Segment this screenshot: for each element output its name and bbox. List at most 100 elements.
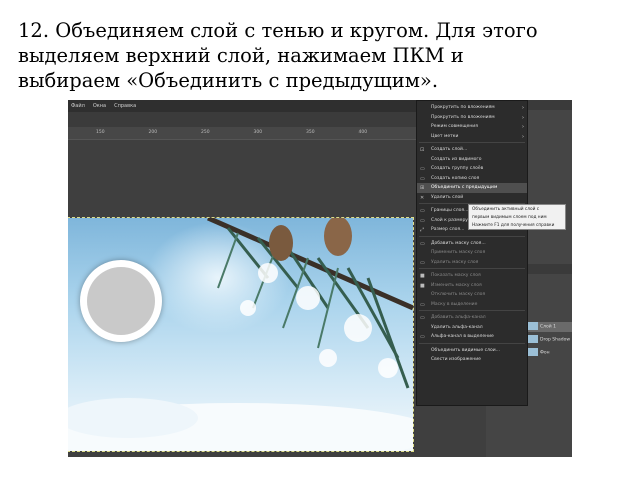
context-menu-item[interactable]: ▭ Удалить маску слоя <box>417 258 527 268</box>
menu-item-label: Добавить альфа-канал <box>431 315 486 320</box>
context-menu-item[interactable]: Применить маску слоя <box>417 248 527 258</box>
menu-item-icon: ▭ <box>420 240 425 247</box>
context-menu-item[interactable]: ■ Показать маску слоя <box>417 271 527 281</box>
menu-item-icon <box>420 325 426 331</box>
context-menu-item[interactable]: Объединить видимые слои... <box>417 346 527 356</box>
menu-separator <box>419 342 525 344</box>
chevron-right-icon: › <box>522 133 524 140</box>
context-menu-item[interactable]: ▭ Создать копию слоя <box>417 174 527 184</box>
menu-item-label: Прокрутить по вложениям <box>431 105 495 110</box>
ruler-tick-label: 150 <box>96 130 105 135</box>
context-menu-item[interactable]: ⊡ Создать слой... <box>417 145 527 155</box>
winter-background-image <box>68 217 414 452</box>
menu-item-icon <box>420 134 426 140</box>
ruler-tick-label: 300 <box>253 130 263 135</box>
menu-item-icon: ▭ <box>420 334 425 340</box>
menu-item-label: Удалить слой <box>431 194 464 200</box>
tooltip-line: первым видимым слоем под ним <box>472 215 547 220</box>
context-menu-item[interactable]: Отключить маску слоя <box>417 290 527 300</box>
menu-2[interactable]: Справка <box>114 100 136 112</box>
menu-item-icon: ▭ <box>420 208 425 214</box>
layer-row[interactable]: Drop Shadow <box>526 335 572 345</box>
chevron-right-icon: › <box>522 114 524 121</box>
context-menu-item[interactable]: ▭ Маску в выделение <box>417 300 527 310</box>
ruler-tick-label: 250 <box>201 130 210 135</box>
menu-item-icon: ▭ <box>420 301 425 308</box>
menu-item-label: Свести изображение <box>431 357 481 362</box>
menu-item-icon: ▭ <box>420 175 425 182</box>
menu-item-label: Прокрутить по вложениям <box>431 114 495 120</box>
context-menu-item[interactable]: Режим совмещения › <box>417 122 527 132</box>
menu-item-label: Режим совмещения <box>431 124 478 129</box>
menu-item-icon: ⊡ <box>420 147 425 153</box>
menu-item-icon: ▭ <box>420 259 425 266</box>
menu-item-icon: ▭ <box>420 315 425 321</box>
menu-1[interactable]: Окна <box>93 100 106 112</box>
menu-item-label: Отключить маску слоя <box>431 292 486 297</box>
context-menu-item[interactable]: ■ Изменить маску слоя <box>417 281 527 291</box>
menu-item-label: Создать группу слоёв <box>431 166 484 171</box>
menu-item-icon <box>420 250 426 256</box>
context-menu-item[interactable]: Удалить альфа-канал <box>417 323 527 333</box>
horizontal-ruler: 150 200 250 300 350 400 <box>68 127 418 140</box>
menu-item-label: Границы слоя... <box>431 208 469 213</box>
context-menu-item[interactable]: ▭ Добавить альфа-канал <box>417 313 527 323</box>
menu-item-icon: ■ <box>420 282 425 289</box>
menu-item-label: Объединить видимые слои... <box>431 347 500 353</box>
menubar: Файл Окна Справка <box>68 100 421 112</box>
instruction-caption: 12. Объединяем слой с тенью и кругом. Дл… <box>18 19 538 92</box>
merge-down-tooltip: Объединить активный слой с первым видимы… <box>468 204 566 230</box>
context-menu-item[interactable]: ▭ Создать группу слоёв <box>417 164 527 174</box>
gray-circle <box>87 267 155 335</box>
ruler-tick-label: 400 <box>358 130 368 135</box>
menu-item-label: Применить маску слоя <box>431 250 486 255</box>
layer-context-menu: Прокрутить по вложениям › Прокрутить по вл… <box>416 100 528 406</box>
context-menu-item[interactable]: Свести изображение <box>417 355 527 365</box>
layer-name: Drop Shadow <box>540 337 571 343</box>
merge-down-menu-item[interactable]: ⊞ Объединить с предыдущим <box>417 183 527 193</box>
menu-item-icon: ⤢ <box>420 227 425 233</box>
context-menu-item[interactable]: Цвет метки › <box>417 132 527 142</box>
menu-separator <box>419 235 525 237</box>
menu-item-label: Показать маску слоя <box>431 273 481 278</box>
context-menu-item[interactable]: ▭ Добавить маску слоя... <box>417 239 527 249</box>
menu-item-label: Создать слой... <box>431 147 468 152</box>
menu-item-icon <box>420 348 426 354</box>
layer-name: Слой 1 <box>540 324 556 330</box>
menu-item-icon <box>420 105 426 111</box>
ruler-tick-label: 200 <box>148 130 158 135</box>
menu-separator <box>419 268 525 269</box>
layer-name: Фон <box>540 350 550 356</box>
context-menu-item[interactable]: ✕ Удалить слой <box>417 193 527 203</box>
layer-row[interactable]: Фон <box>526 348 572 358</box>
chevron-right-icon: › <box>522 124 524 130</box>
menu-item-icon <box>420 357 426 363</box>
menu-item-icon: ▭ <box>420 217 425 224</box>
menu-item-label: Добавить маску слоя... <box>431 240 486 246</box>
tooltip-line: Объединить активный слой с <box>472 207 540 212</box>
menu-item-icon <box>420 124 426 130</box>
context-menu-item[interactable]: Прокрутить по вложениям › <box>417 113 527 123</box>
chevron-right-icon: › <box>522 105 524 111</box>
menu-item-label: Удалить маску слоя <box>431 259 479 265</box>
menu-item-label: Альфа-канал в выделение <box>431 334 494 339</box>
menu-0[interactable]: Файл <box>71 100 85 112</box>
menu-separator <box>419 310 525 311</box>
menu-item-icon: ⊞ <box>420 185 425 191</box>
menu-item-icon: ■ <box>420 273 425 279</box>
context-menu-item[interactable]: Создать из видимого <box>417 155 527 165</box>
menu-item-label: Изменить маску слоя <box>431 282 482 288</box>
menu-item-icon <box>420 292 426 298</box>
menu-item-icon <box>420 157 426 163</box>
ruler-tick-label: 350 <box>306 130 315 135</box>
layer-row[interactable]: Слой 1 <box>526 322 572 332</box>
context-menu-item[interactable]: Прокрутить по вложениям › <box>417 103 527 113</box>
menu-item-label: Создать копию слоя <box>431 175 480 181</box>
menu-item-label: Объединить с предыдущим <box>431 185 498 190</box>
menu-item-label: Удалить альфа-канал <box>431 324 483 330</box>
context-menu-item[interactable]: ▭ Альфа-канал в выделение <box>417 332 527 342</box>
menu-item-label: Маску в выделение <box>431 301 478 307</box>
menu-item-icon <box>420 115 426 121</box>
menu-item-label: Создать из видимого <box>431 156 482 162</box>
gimp-screenshot: Файл Окна Справка 150 200 250 300 350 400 <box>68 100 572 457</box>
